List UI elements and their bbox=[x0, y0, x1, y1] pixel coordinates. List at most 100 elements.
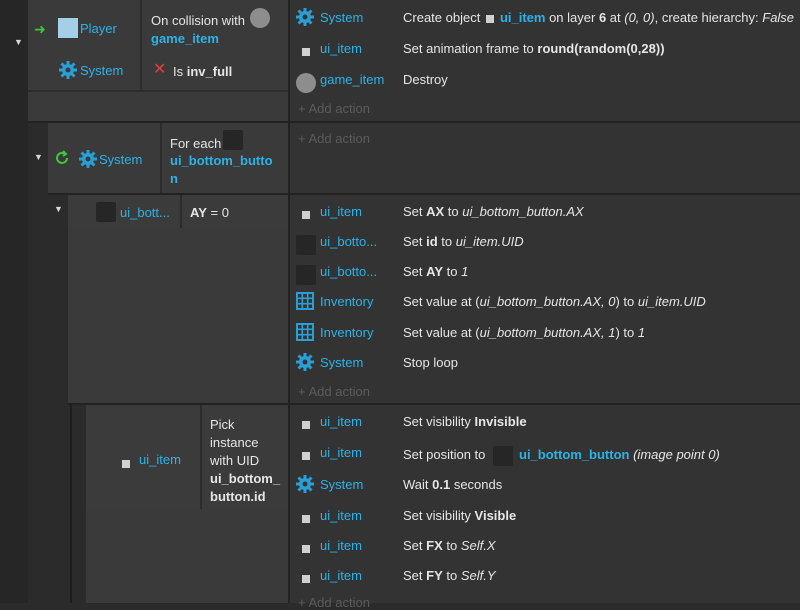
action-row[interactable]: Inventory Set value at (ui_bottom_button… bbox=[296, 321, 800, 345]
event3-indent bbox=[48, 195, 68, 603]
collision-condition-label: On collision with bbox=[151, 13, 245, 28]
square-icon bbox=[122, 455, 130, 470]
action-object-label[interactable]: game_item bbox=[320, 68, 384, 92]
event3-cond-divider bbox=[180, 195, 182, 228]
action-text: Set AY to 1 bbox=[403, 264, 469, 279]
action-row[interactable]: ui_item Set visibility Invisible bbox=[296, 410, 800, 434]
action-text: Destroy bbox=[403, 72, 448, 87]
add-action-button[interactable]: + Add action bbox=[298, 384, 370, 399]
collision-object-name[interactable]: game_item bbox=[151, 31, 219, 46]
action-text: Set FX to Self.X bbox=[403, 538, 496, 553]
circle-icon bbox=[296, 70, 316, 93]
action-object-label[interactable]: ui_item bbox=[320, 504, 362, 528]
add-action-button[interactable]: + Add action bbox=[298, 101, 370, 116]
action-object-label[interactable]: ui_item bbox=[320, 441, 362, 465]
action-text: Set id to ui_item.UID bbox=[403, 234, 524, 249]
square-icon bbox=[296, 506, 316, 526]
action-object-label[interactable]: ui_item bbox=[320, 410, 362, 434]
action-row[interactable]: ui_item Set FY to Self.Y bbox=[296, 564, 800, 588]
event1-separator bbox=[288, 0, 290, 121]
action-row[interactable]: ui_botto... Set AY to 1 bbox=[296, 260, 800, 285]
square-icon bbox=[296, 202, 316, 222]
pick-condition-text: Pick instance with UID ui_bottom_ button… bbox=[210, 417, 281, 504]
loop-icon bbox=[54, 150, 70, 166]
add-action-button[interactable]: + Add action bbox=[298, 131, 370, 146]
action-object-label[interactable]: ui_botto... bbox=[320, 230, 377, 254]
action-row[interactable]: ui_item Set animation frame to round(ran… bbox=[296, 37, 800, 61]
event2-cond-divider bbox=[160, 123, 162, 194]
action-text: Stop loop bbox=[403, 355, 458, 370]
action-object-label[interactable]: Inventory bbox=[320, 321, 373, 345]
event1-cond-divider bbox=[140, 0, 142, 92]
event3-separator bbox=[288, 195, 290, 403]
dark-square-icon bbox=[296, 232, 316, 255]
square-icon bbox=[296, 566, 316, 586]
is-label: Is bbox=[173, 64, 184, 79]
action-row[interactable]: ui_item Set AX to ui_bottom_button.AX bbox=[296, 200, 800, 224]
action-text: Set visibility Visible bbox=[403, 508, 517, 523]
action-row[interactable]: game_item Destroy bbox=[296, 68, 800, 93]
invert-x-icon: ✕ bbox=[153, 61, 167, 78]
gear-icon bbox=[79, 150, 97, 168]
action-text: Set animation frame to round(random(0,28… bbox=[403, 41, 665, 56]
system-object-label[interactable]: System bbox=[80, 63, 123, 78]
dark-square-icon bbox=[296, 262, 316, 285]
action-object-label[interactable]: ui_item bbox=[320, 37, 362, 61]
action-object-label[interactable]: System bbox=[320, 351, 363, 375]
event-sheet-gutter bbox=[0, 0, 28, 603]
action-text: Set AX to ui_bottom_button.AX bbox=[403, 204, 584, 219]
action-text: Set FY to Self.Y bbox=[403, 568, 496, 583]
action-row[interactable]: System Create object ui_item on layer 6 … bbox=[296, 6, 800, 30]
foreach-object-name-wrap: n bbox=[170, 171, 178, 186]
foreach-object-name[interactable]: ui_bottom_butto bbox=[170, 153, 273, 168]
ui-item-icon bbox=[485, 14, 494, 23]
dark-square-icon bbox=[223, 130, 243, 150]
trigger-arrow-icon: ➜ bbox=[34, 21, 46, 37]
action-row[interactable]: ui_item Set visibility Visible bbox=[296, 504, 800, 528]
action-text: Wait 0.1 seconds bbox=[403, 477, 503, 492]
action-text: Set visibility Invisible bbox=[403, 414, 527, 429]
event2-separator bbox=[288, 123, 290, 194]
action-row[interactable]: ui_item Set FX to Self.X bbox=[296, 534, 800, 558]
action-row[interactable]: System Stop loop bbox=[296, 351, 800, 375]
dark-square-icon bbox=[96, 202, 116, 222]
event1-cond-bottom bbox=[28, 90, 290, 92]
grid-icon bbox=[296, 323, 316, 343]
square-icon bbox=[296, 536, 316, 556]
square-icon bbox=[296, 443, 316, 463]
action-row[interactable]: System Wait 0.1 seconds bbox=[296, 473, 800, 497]
action-object-label[interactable]: ui_item bbox=[320, 564, 362, 588]
inv-full-variable: inv_full bbox=[186, 64, 233, 79]
action-text: Set position to ui_bottom_button (image … bbox=[403, 443, 720, 467]
square-icon bbox=[296, 412, 316, 432]
foreach-label: For each bbox=[170, 136, 222, 151]
action-row[interactable]: ui_item Set position to ui_bottom_button… bbox=[296, 441, 800, 467]
game-item-circle-icon bbox=[250, 8, 270, 28]
action-text: Set value at (ui_bottom_button.AX, 1) to… bbox=[403, 325, 646, 340]
event4-separator bbox=[288, 405, 290, 603]
action-object-label[interactable]: System bbox=[320, 473, 363, 497]
action-object-label[interactable]: Inventory bbox=[320, 290, 373, 314]
action-object-label[interactable]: ui_item bbox=[320, 534, 362, 558]
square-icon bbox=[296, 39, 316, 59]
action-row[interactable]: Inventory Set value at (ui_bottom_button… bbox=[296, 290, 800, 314]
ay-condition[interactable]: AY = 0 bbox=[190, 205, 229, 220]
player-sprite-icon bbox=[58, 18, 78, 38]
gear-icon bbox=[296, 353, 316, 373]
player-object-label[interactable]: Player bbox=[80, 21, 117, 36]
action-row[interactable]: ui_botto... Set id to ui_item.UID bbox=[296, 230, 800, 255]
event4-object-label[interactable]: ui_item bbox=[139, 452, 181, 467]
collapse-toggle-event2[interactable]: ▼ bbox=[34, 153, 43, 162]
gear-icon bbox=[296, 8, 316, 28]
collapse-toggle-event3[interactable]: ▼ bbox=[54, 205, 63, 214]
action-object-label[interactable]: System bbox=[320, 6, 363, 30]
gear-icon bbox=[59, 61, 77, 79]
event4-indent-line bbox=[70, 405, 72, 603]
event3-object-label[interactable]: ui_bott... bbox=[120, 205, 170, 220]
system-object-label[interactable]: System bbox=[99, 152, 142, 167]
action-object-label[interactable]: ui_item bbox=[320, 200, 362, 224]
action-text: Create object ui_item on layer 6 at (0, … bbox=[403, 10, 795, 25]
collapse-toggle-event1[interactable]: ▼ bbox=[14, 38, 23, 47]
inv-full-condition[interactable]: Is inv_full bbox=[173, 64, 232, 79]
action-object-label[interactable]: ui_botto... bbox=[320, 260, 377, 284]
